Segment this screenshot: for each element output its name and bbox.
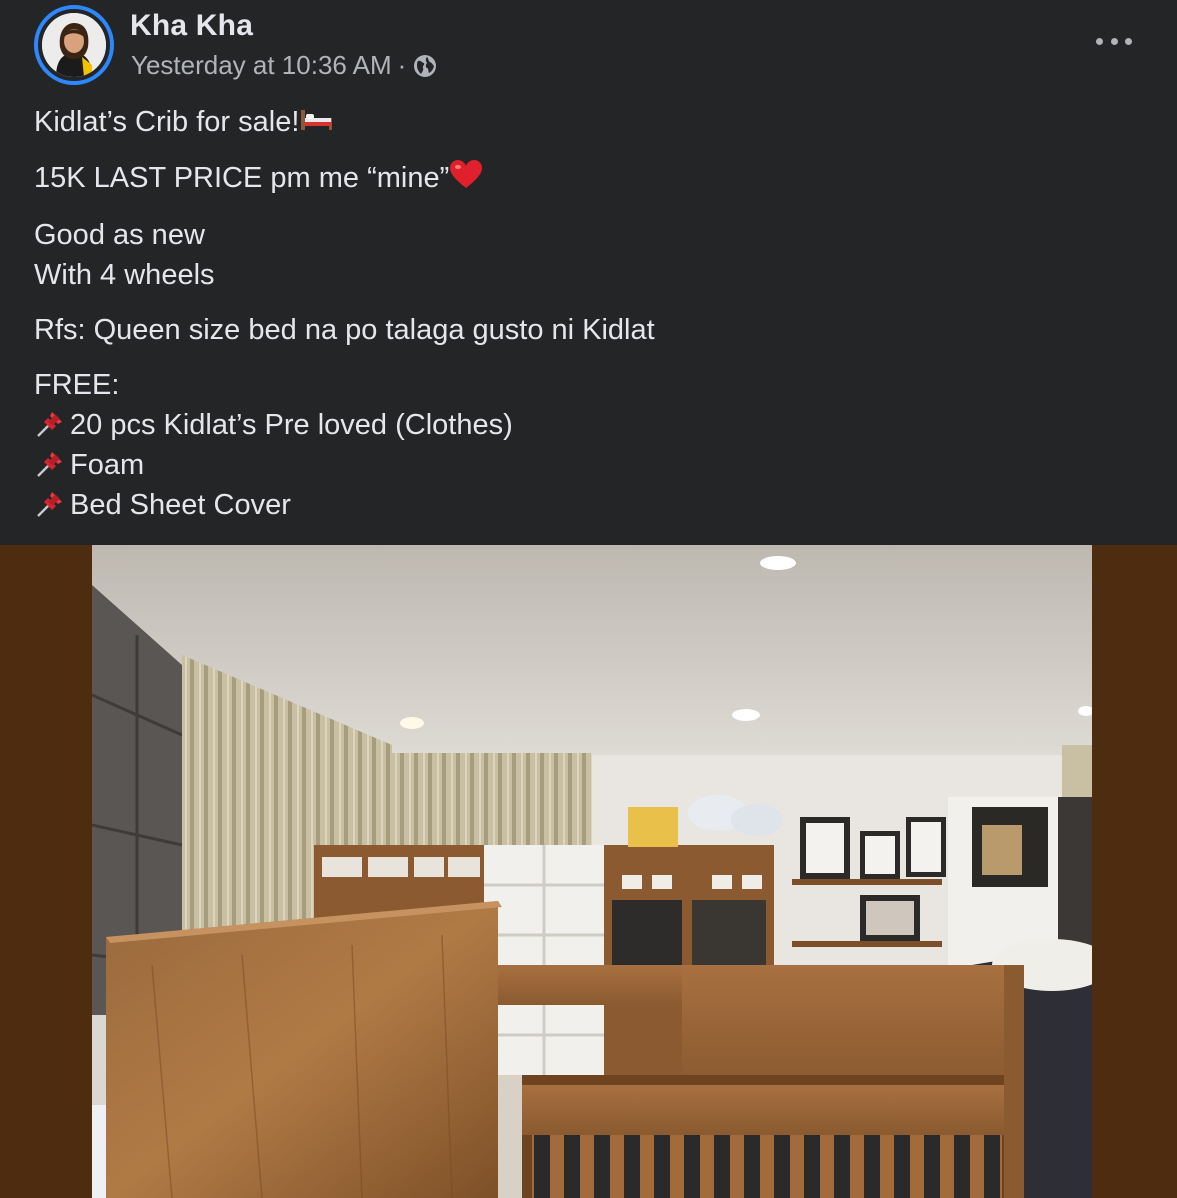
author-avatar[interactable] [34,5,114,85]
pushpin-icon [34,486,68,520]
post-line-price: 15K LAST PRICE pm me “mine” [34,158,1134,200]
bed-emoji [299,103,333,143]
reason-line: Rfs: Queen size bed na po talaga gusto n… [34,314,655,347]
post-header: Kha Kha Yesterday at 10:36 AM · [0,0,1177,100]
meta-separator: · [397,50,407,80]
post-timestamp[interactable]: Yesterday at 10:36 AM [131,50,392,81]
pushpin-icon [34,406,68,440]
free-item: Foam [34,445,1134,485]
post-line-title: Kidlat’s Crib for sale! [34,102,1134,143]
free-item-label: 20 pcs Kidlat’s Pre loved (Clothes) [70,409,513,442]
condition-line-2: With 4 wheels [34,259,215,292]
post-meta: Yesterday at 10:36 AM · [131,50,438,81]
post-body: Kidlat’s Crib for sale! 15K LAST PRICE p… [34,100,1134,525]
free-item-label: Bed Sheet Cover [70,489,291,522]
red-heart-emoji [449,159,483,200]
crib-photo[interactable] [92,545,1092,1198]
post-title-text: Kidlat’s Crib for sale! [34,106,300,138]
pushpin-icon [34,446,68,480]
free-item-label: Foam [70,449,145,482]
free-item: 20 pcs Kidlat’s Pre loved (Clothes) [34,405,1134,445]
more-options-icon[interactable] [1096,33,1132,49]
condition-line-1: Good as new [34,219,205,252]
free-item: Bed Sheet Cover [34,485,1134,525]
post-photo-container[interactable] [0,545,1177,1198]
free-heading: FREE: [34,369,120,402]
price-text: 15K LAST PRICE pm me “mine” [34,162,450,195]
globe-icon[interactable] [412,53,438,79]
author-name[interactable]: Kha Kha [130,9,253,43]
avatar-image [42,13,106,77]
